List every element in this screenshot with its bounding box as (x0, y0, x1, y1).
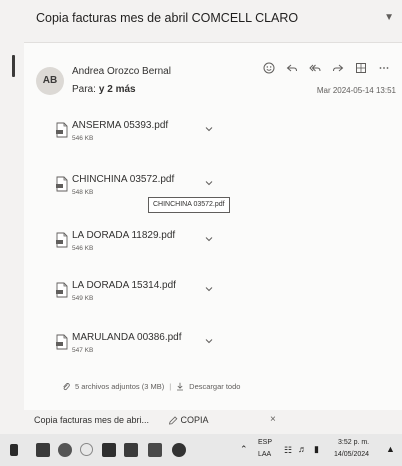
battery-icon[interactable]: ▮ (314, 444, 319, 455)
attachment-name: LA DORADA 11829.pdf (72, 230, 176, 241)
forward-icon[interactable] (330, 60, 346, 76)
chevron-down-icon[interactable] (204, 284, 214, 294)
chrome-icon[interactable] (80, 443, 93, 456)
pdf-file-icon (56, 122, 68, 138)
wifi-icon[interactable]: ☷ (284, 445, 292, 456)
notification-icon[interactable]: ▲ (386, 444, 395, 454)
draft-tab-copy-label: COPIA (180, 415, 209, 425)
recipients-line[interactable]: Para: y 2 más (72, 84, 136, 95)
windows-icon[interactable] (10, 444, 18, 456)
attachment-size: 547 KB (72, 347, 94, 354)
grid-icon[interactable] (353, 60, 369, 76)
draft-tab-copy[interactable]: COPIA (168, 410, 209, 430)
pdf-file-icon (56, 282, 68, 298)
attachments-count: 5 archivos adjuntos (3 MB) (75, 382, 165, 391)
pencil-icon (168, 416, 178, 425)
paperclip-icon (63, 383, 70, 391)
app-icon-6[interactable] (172, 443, 186, 457)
attachment-size: 546 KB (72, 245, 94, 252)
app-icon-1[interactable] (36, 443, 50, 457)
chevron-down-icon[interactable] (204, 234, 214, 244)
keyboard-layout[interactable]: LAA (258, 451, 271, 458)
attachment-item[interactable]: LA DORADA 15314.pdf 549 KB (56, 278, 256, 312)
attachment-item[interactable]: MARULANDA 00386.pdf 547 KB (56, 330, 256, 364)
attachment-name: MARULANDA 00386.pdf (72, 332, 182, 343)
recipients-more[interactable]: y 2 más (99, 84, 136, 95)
chevron-up-icon[interactable]: ⌃ (240, 444, 248, 455)
email-subject-bar: Copia facturas mes de abril COMCELL CLAR… (22, 0, 402, 36)
pdf-file-icon (56, 232, 68, 248)
app-icon-5[interactable] (148, 443, 162, 457)
attachments-summary: 5 archivos adjuntos (3 MB) | Descargar t… (62, 382, 240, 391)
email-subject: Copia facturas mes de abril COMCELL CLAR… (36, 11, 299, 25)
sender-name[interactable]: Andrea Orozco Bernal (72, 66, 171, 77)
smiley-icon[interactable] (261, 60, 277, 76)
attachment-item[interactable]: LA DORADA 11829.pdf 546 KB (56, 228, 256, 262)
attachment-tooltip: CHINCHINA 03572.pdf (148, 197, 230, 213)
to-label: Para: (72, 84, 96, 95)
attachment-size: 546 KB (72, 135, 94, 142)
chevron-down-icon[interactable]: ▼ (384, 0, 394, 36)
attachment-name: LA DORADA 15314.pdf (72, 280, 176, 291)
more-icon[interactable] (376, 60, 392, 76)
clock-date[interactable]: 14/05/2024 (334, 451, 369, 458)
app-icon-3[interactable] (102, 443, 116, 457)
app-icon-2[interactable] (58, 443, 72, 457)
draft-tab-reply[interactable]: Copia facturas mes de abri... (34, 410, 149, 430)
language-indicator[interactable]: ESP (258, 439, 272, 446)
selection-indicator (12, 55, 15, 77)
avatar[interactable]: AB (36, 67, 64, 95)
message-actions (261, 60, 392, 76)
attachment-name: CHINCHINA 03572.pdf (72, 174, 175, 185)
attachment-item[interactable]: ANSERMA 05393.pdf 546 KB (56, 118, 256, 152)
reply-all-icon[interactable] (307, 60, 323, 76)
attachment-size: 549 KB (72, 295, 94, 302)
separator: | (169, 382, 172, 391)
app-icon-4[interactable] (124, 443, 138, 457)
taskbar: ⌃ ESP LAA ☷ ♬ ▮ 3:52 p. m. 14/05/2024 ▲ (0, 434, 402, 466)
attachment-size: 548 KB (72, 189, 94, 196)
volume-icon[interactable]: ♬ (298, 444, 307, 454)
pdf-file-icon (56, 334, 68, 350)
download-icon[interactable] (176, 382, 184, 391)
close-icon[interactable]: × (270, 410, 276, 430)
chevron-down-icon[interactable] (204, 178, 214, 188)
draft-tabs-bar: Copia facturas mes de abri... COPIA × (0, 410, 402, 430)
attachment-name: ANSERMA 05393.pdf (72, 120, 169, 131)
download-all-link[interactable]: Descargar todo (189, 382, 240, 391)
clock-time[interactable]: 3:52 p. m. (338, 439, 369, 446)
pdf-file-icon (56, 176, 68, 192)
chevron-down-icon[interactable] (204, 336, 214, 346)
chevron-down-icon[interactable] (204, 124, 214, 134)
reply-icon[interactable] (284, 60, 300, 76)
message-date: Mar 2024-05-14 13:51 (316, 86, 396, 95)
